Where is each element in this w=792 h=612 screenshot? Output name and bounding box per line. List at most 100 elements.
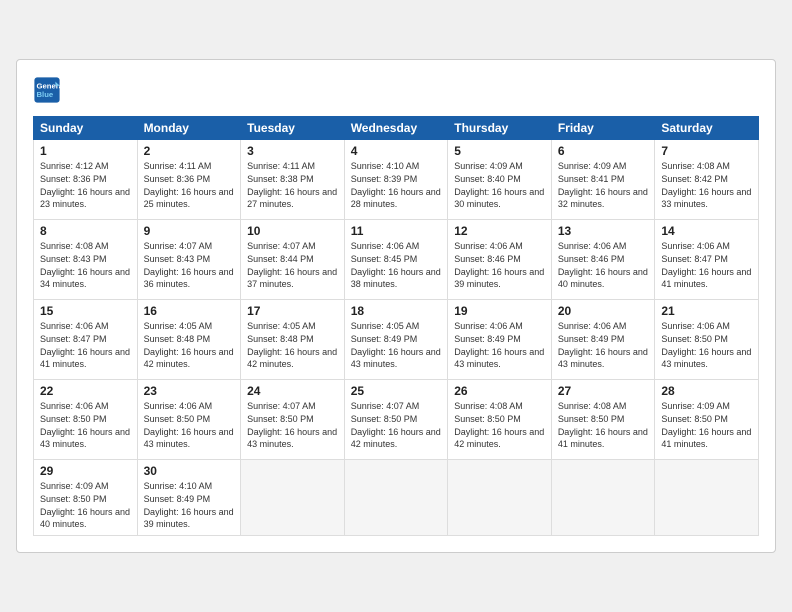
weekday-header-saturday: Saturday	[655, 117, 759, 140]
day-info: Sunrise: 4:08 AMSunset: 8:50 PMDaylight:…	[454, 400, 545, 450]
week-row-1: 1Sunrise: 4:12 AMSunset: 8:36 PMDaylight…	[34, 140, 759, 220]
calendar-grid: SundayMondayTuesdayWednesdayThursdayFrid…	[33, 116, 759, 535]
calendar-cell: 13 Sunrise: 4:06 AMSunset: 8:46 PMDayligh…	[551, 220, 655, 300]
day-number: 12	[454, 224, 545, 238]
day-info: Sunrise: 4:06 AMSunset: 8:45 PMDaylight:…	[351, 240, 442, 290]
day-number: 26	[454, 384, 545, 398]
day-info: Sunrise: 4:10 AMSunset: 8:49 PMDaylight:…	[144, 480, 235, 530]
calendar-cell: 2Sunrise: 4:11 AMSunset: 8:36 PMDaylight…	[137, 140, 241, 220]
calendar-cell: 20Sunrise: 4:06 AMSunset: 8:49 PMDayligh…	[551, 300, 655, 380]
day-number: 20	[558, 304, 649, 318]
calendar-cell: 29 Sunrise: 4:09 AMSunset: 8:50 PMDayligh…	[34, 460, 138, 535]
day-number: 15	[40, 304, 131, 318]
calendar-cell: 25 Sunrise: 4:07 AMSunset: 8:50 PMDayligh…	[344, 380, 448, 460]
day-number: 4	[351, 144, 442, 158]
calendar-cell: 26 Sunrise: 4:08 AMSunset: 8:50 PMDayligh…	[448, 380, 552, 460]
day-number: 10	[247, 224, 338, 238]
day-number: 17	[247, 304, 338, 318]
day-info: Sunrise: 4:05 AMSunset: 8:49 PMDaylight:…	[351, 320, 442, 370]
day-number: 25	[351, 384, 442, 398]
day-info: Sunrise: 4:07 AMSunset: 8:50 PMDaylight:…	[351, 400, 442, 450]
calendar-cell: 22 Sunrise: 4:06 AMSunset: 8:50 PMDayligh…	[34, 380, 138, 460]
day-number: 5	[454, 144, 545, 158]
day-info: Sunrise: 4:09 AMSunset: 8:50 PMDaylight:…	[661, 400, 752, 450]
weekday-header-sunday: Sunday	[34, 117, 138, 140]
day-number: 13	[558, 224, 649, 238]
day-info: Sunrise: 4:06 AMSunset: 8:49 PMDaylight:…	[454, 320, 545, 370]
day-info: Sunrise: 4:07 AMSunset: 8:43 PMDaylight:…	[144, 240, 235, 290]
day-info: Sunrise: 4:08 AMSunset: 8:50 PMDaylight:…	[558, 400, 649, 450]
day-number: 27	[558, 384, 649, 398]
svg-text:Blue: Blue	[37, 90, 54, 99]
day-info: Sunrise: 4:05 AMSunset: 8:48 PMDaylight:…	[247, 320, 338, 370]
day-number: 11	[351, 224, 442, 238]
calendar-cell	[448, 460, 552, 535]
calendar-cell: 6 Sunrise: 4:09 AMSunset: 8:41 PMDaylight…	[551, 140, 655, 220]
header-section: General Blue	[33, 76, 759, 104]
calendar-cell: 10 Sunrise: 4:07 AMSunset: 8:44 PMDayligh…	[241, 220, 345, 300]
day-number: 21	[661, 304, 752, 318]
calendar-cell: 4Sunrise: 4:10 AMSunset: 8:39 PMDaylight…	[344, 140, 448, 220]
calendar-cell: 27 Sunrise: 4:08 AMSunset: 8:50 PMDayligh…	[551, 380, 655, 460]
weekday-header-thursday: Thursday	[448, 117, 552, 140]
day-info: Sunrise: 4:08 AMSunset: 8:43 PMDaylight:…	[40, 240, 131, 290]
weekday-header-wednesday: Wednesday	[344, 117, 448, 140]
day-info: Sunrise: 4:09 AMSunset: 8:40 PMDaylight:…	[454, 160, 545, 210]
day-number: 29	[40, 464, 131, 478]
week-row-4: 22 Sunrise: 4:06 AMSunset: 8:50 PMDayligh…	[34, 380, 759, 460]
day-number: 28	[661, 384, 752, 398]
day-number: 30	[144, 464, 235, 478]
day-number: 19	[454, 304, 545, 318]
calendar-cell: 19 Sunrise: 4:06 AMSunset: 8:49 PMDayligh…	[448, 300, 552, 380]
day-info: Sunrise: 4:06 AMSunset: 8:50 PMDaylight:…	[40, 400, 131, 450]
calendar-container: General Blue SundayMondayTuesdayWednesda…	[16, 59, 776, 552]
calendar-cell: 12Sunrise: 4:06 AMSunset: 8:46 PMDayligh…	[448, 220, 552, 300]
day-info: Sunrise: 4:08 AMSunset: 8:42 PMDaylight:…	[661, 160, 752, 210]
calendar-cell: 9 Sunrise: 4:07 AMSunset: 8:43 PMDaylight…	[137, 220, 241, 300]
day-number: 24	[247, 384, 338, 398]
calendar-cell: 23 Sunrise: 4:06 AMSunset: 8:50 PMDayligh…	[137, 380, 241, 460]
day-info: Sunrise: 4:06 AMSunset: 8:47 PMDaylight:…	[40, 320, 131, 370]
day-info: Sunrise: 4:09 AMSunset: 8:41 PMDaylight:…	[558, 160, 649, 210]
calendar-cell: 16Sunrise: 4:05 AMSunset: 8:48 PMDayligh…	[137, 300, 241, 380]
day-info: Sunrise: 4:06 AMSunset: 8:50 PMDaylight:…	[144, 400, 235, 450]
weekday-header-tuesday: Tuesday	[241, 117, 345, 140]
day-number: 9	[144, 224, 235, 238]
day-info: Sunrise: 4:06 AMSunset: 8:47 PMDaylight:…	[661, 240, 752, 290]
day-info: Sunrise: 4:06 AMSunset: 8:46 PMDaylight:…	[558, 240, 649, 290]
day-number: 8	[40, 224, 131, 238]
calendar-cell: 8 Sunrise: 4:08 AMSunset: 8:43 PMDaylight…	[34, 220, 138, 300]
calendar-cell	[655, 460, 759, 535]
calendar-cell	[551, 460, 655, 535]
day-info: Sunrise: 4:11 AMSunset: 8:38 PMDaylight:…	[247, 160, 338, 210]
weekday-header-monday: Monday	[137, 117, 241, 140]
day-info: Sunrise: 4:07 AMSunset: 8:50 PMDaylight:…	[247, 400, 338, 450]
day-number: 2	[144, 144, 235, 158]
day-number: 6	[558, 144, 649, 158]
calendar-cell: 17 Sunrise: 4:05 AMSunset: 8:48 PMDayligh…	[241, 300, 345, 380]
logo: General Blue	[33, 76, 65, 104]
day-number: 22	[40, 384, 131, 398]
day-info: Sunrise: 4:07 AMSunset: 8:44 PMDaylight:…	[247, 240, 338, 290]
calendar-cell: 5 Sunrise: 4:09 AMSunset: 8:40 PMDaylight…	[448, 140, 552, 220]
calendar-cell: 21 Sunrise: 4:06 AMSunset: 8:50 PMDayligh…	[655, 300, 759, 380]
calendar-cell	[344, 460, 448, 535]
day-info: Sunrise: 4:06 AMSunset: 8:50 PMDaylight:…	[661, 320, 752, 370]
week-row-5: 29 Sunrise: 4:09 AMSunset: 8:50 PMDayligh…	[34, 460, 759, 535]
calendar-cell: 30 Sunrise: 4:10 AMSunset: 8:49 PMDayligh…	[137, 460, 241, 535]
day-info: Sunrise: 4:09 AMSunset: 8:50 PMDaylight:…	[40, 480, 131, 530]
weekday-header-row: SundayMondayTuesdayWednesdayThursdayFrid…	[34, 117, 759, 140]
svg-text:General: General	[37, 82, 62, 91]
day-info: Sunrise: 4:05 AMSunset: 8:48 PMDaylight:…	[144, 320, 235, 370]
calendar-cell: 14Sunrise: 4:06 AMSunset: 8:47 PMDayligh…	[655, 220, 759, 300]
calendar-cell: 3Sunrise: 4:11 AMSunset: 8:38 PMDaylight…	[241, 140, 345, 220]
calendar-cell: 15 Sunrise: 4:06 AMSunset: 8:47 PMDayligh…	[34, 300, 138, 380]
day-number: 23	[144, 384, 235, 398]
day-number: 7	[661, 144, 752, 158]
calendar-cell: 28 Sunrise: 4:09 AMSunset: 8:50 PMDayligh…	[655, 380, 759, 460]
calendar-cell	[241, 460, 345, 535]
calendar-cell: 7 Sunrise: 4:08 AMSunset: 8:42 PMDaylight…	[655, 140, 759, 220]
week-row-2: 8 Sunrise: 4:08 AMSunset: 8:43 PMDaylight…	[34, 220, 759, 300]
calendar-cell: 24 Sunrise: 4:07 AMSunset: 8:50 PMDayligh…	[241, 380, 345, 460]
week-row-3: 15 Sunrise: 4:06 AMSunset: 8:47 PMDayligh…	[34, 300, 759, 380]
